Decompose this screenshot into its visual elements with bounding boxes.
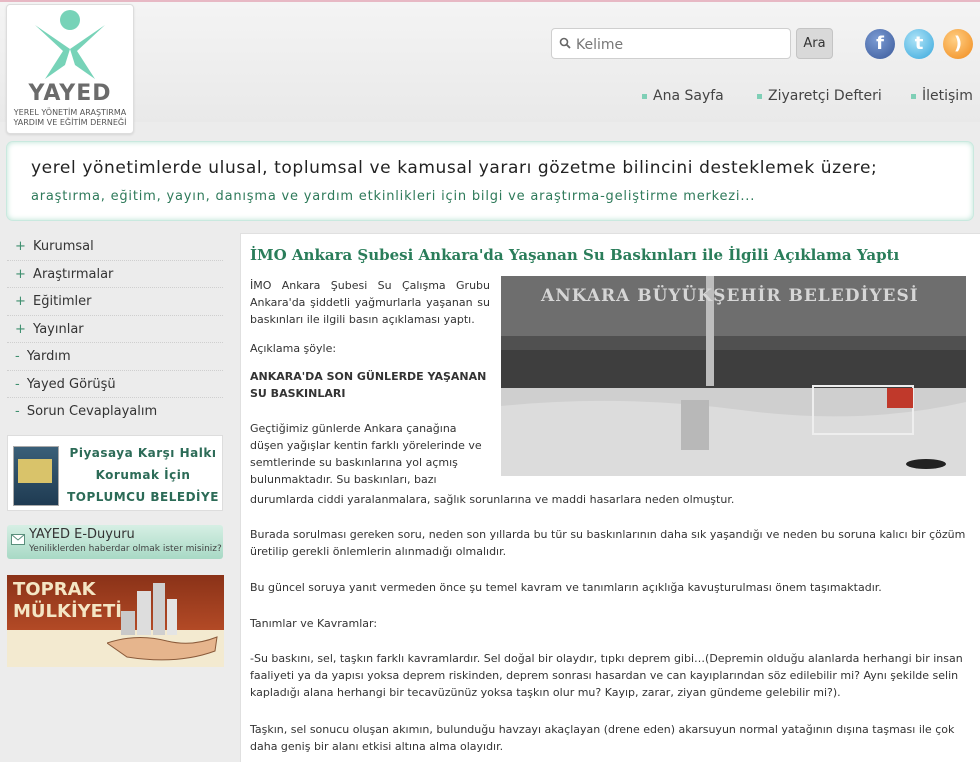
article-paragraph-1a: Geçtiğimiz günlerde Ankara çanağına düşe… bbox=[250, 422, 482, 486]
article-paragraph-2: Burada sorulması gereken soru, neden son… bbox=[250, 528, 966, 558]
toprak-line2: MÜLKİYETİ bbox=[13, 601, 122, 622]
sidebar-item-yayed-gorusu[interactable]: - Yayed Görüşü bbox=[7, 371, 223, 398]
article-area: İMO Ankara Şubesi Ankara'da Yaşanan Su B… bbox=[240, 233, 980, 762]
bullet-icon bbox=[642, 93, 647, 99]
eduyuru-subscribe-banner[interactable]: YAYED E-Duyuru Yeniliklerden haberdar ol… bbox=[7, 525, 223, 559]
bullet-icon bbox=[911, 93, 916, 99]
dash-icon: - bbox=[15, 376, 20, 392]
banner-line2: Korumak İçin bbox=[95, 468, 191, 482]
article-lead: Açıklama şöyle: bbox=[250, 342, 337, 355]
sidebar-item-label: Eğitimler bbox=[33, 294, 92, 309]
slogan-line1: yerel yönetimlerde ulusal, toplumsal ve … bbox=[31, 158, 878, 178]
sidebar-item-sorun-cevaplayalim[interactable]: - Sorun Cevaplayalım bbox=[7, 398, 223, 426]
sidebar-item-egitimler[interactable]: + Eğitimler bbox=[7, 288, 223, 316]
slogan-banner: yerel yönetimlerde ulusal, toplumsal ve … bbox=[7, 142, 973, 220]
article-title: İMO Ankara Şubesi Ankara'da Yaşanan Su B… bbox=[250, 246, 900, 264]
expand-icon: + bbox=[15, 266, 26, 282]
nav-guestbook-label: Ziyaretçi Defteri bbox=[768, 88, 882, 104]
envelope-icon bbox=[11, 534, 25, 545]
sidebar-item-label: Araştırmalar bbox=[33, 266, 114, 282]
banner-line1: Piyasaya Karşı Halkı bbox=[69, 446, 217, 460]
toplumcu-belediye-banner[interactable]: Piyasaya Karşı Halkı Korumak İçin TOPLUM… bbox=[7, 435, 223, 511]
sidebar-item-label: Yayed Görüşü bbox=[26, 376, 116, 392]
expand-icon: + bbox=[15, 321, 26, 337]
toprak-mulkiyeti-banner[interactable]: TOPRAK MÜLKİYETİ bbox=[7, 575, 224, 667]
sidebar-item-yardim[interactable]: - Yardım bbox=[7, 343, 223, 371]
sidebar-item-label: Yardım bbox=[26, 349, 71, 364]
nav-home[interactable]: Ana Sayfa bbox=[642, 88, 724, 104]
rss-icon[interactable]: ) bbox=[943, 29, 973, 59]
article-paragraph-3: Bu güncel soruya yanıt vermeden önce şu … bbox=[250, 581, 882, 594]
sidebar-item-label: Sorun Cevaplayalım bbox=[26, 404, 158, 419]
logo-subtitle-line1: YEREL YÖNETİM ARAŞTIRMA bbox=[13, 108, 127, 117]
eduyuru-title: YAYED E-Duyuru bbox=[29, 527, 135, 542]
site-header: YAYED YEREL YÖNETİM ARAŞTIRMA YARDIM VE … bbox=[0, 2, 980, 134]
sidebar-item-arastirmalar[interactable]: + Araştırmalar bbox=[7, 261, 223, 288]
article-paragraph-5: -Su baskını, sel, taşkın farklı kavramla… bbox=[250, 652, 963, 699]
eduyuru-subtitle: Yeniliklerden haberdar olmak ister misin… bbox=[29, 544, 222, 554]
facebook-icon[interactable]: f bbox=[865, 29, 895, 59]
logo-figure-icon bbox=[35, 10, 105, 79]
sidebar-item-label: Kurumsal bbox=[33, 239, 94, 254]
toprak-line1: TOPRAK bbox=[13, 579, 96, 600]
article-paragraph-6: Taşkın, sel sonucu oluşan akımın, bulund… bbox=[250, 723, 955, 753]
toplumcu-belediye-text: Piyasaya Karşı Halkı Korumak İçin TOPLUM… bbox=[63, 442, 223, 508]
nav-home-label: Ana Sayfa bbox=[653, 88, 724, 104]
book-cover-image bbox=[13, 446, 59, 506]
photo-sign-text: ANKARA BÜYÜKŞEHİR BELEDİYESİ bbox=[541, 286, 919, 306]
search-icon bbox=[559, 37, 571, 49]
expand-icon: + bbox=[15, 294, 26, 309]
sidebar-item-label: Yayınlar bbox=[33, 321, 84, 337]
hand-buildings-illustration bbox=[107, 583, 218, 661]
toprak-title: TOPRAK MÜLKİYETİ bbox=[13, 579, 122, 623]
nav-contact-label: İletişim bbox=[922, 88, 973, 104]
sidebar-menu: + Kurumsal + Araştırmalar + Eğitimler + … bbox=[7, 233, 223, 426]
dash-icon: - bbox=[15, 349, 20, 364]
search-button[interactable]: Ara bbox=[796, 28, 833, 59]
site-logo[interactable]: YAYED YEREL YÖNETİM ARAŞTIRMA YARDIM VE … bbox=[6, 4, 134, 134]
banner-line3: TOPLUMCU BELEDİYE bbox=[67, 490, 219, 504]
logo-subtitle-line2: YARDIM VE EĞİTİM DERNEĞİ bbox=[13, 118, 127, 127]
dash-icon: - bbox=[15, 404, 20, 419]
slogan-line2: araştırma, eğitim, yayın, danışma ve yar… bbox=[31, 189, 756, 204]
logo-brand: YAYED bbox=[28, 81, 112, 106]
article-heading: ANKARA'DA SON GÜNLERDE YAŞANAN SU BASKIN… bbox=[250, 370, 487, 400]
nav-guestbook[interactable]: Ziyaretçi Defteri bbox=[757, 88, 882, 104]
logo-subtitle: YEREL YÖNETİM ARAŞTIRMA YARDIM VE EĞİTİM… bbox=[7, 108, 133, 128]
sidebar-item-kurumsal[interactable]: + Kurumsal bbox=[7, 233, 223, 261]
article-paragraph-4: Tanımlar ve Kavramlar: bbox=[250, 617, 378, 630]
bullet-icon bbox=[757, 93, 762, 99]
search-box bbox=[551, 28, 791, 59]
article-intro: İMO Ankara Şubesi Su Çalışma Grubu Ankar… bbox=[250, 279, 490, 326]
article-paragraph-1b: durumlarda ciddi yaralanmalara, sağlık s… bbox=[250, 493, 735, 506]
sidebar-item-yayinlar[interactable]: + Yayınlar bbox=[7, 316, 223, 343]
search-input[interactable] bbox=[574, 33, 788, 57]
expand-icon: + bbox=[15, 239, 26, 254]
article-photo: ANKARA BÜYÜKŞEHİR BELEDİYESİ bbox=[501, 276, 966, 476]
nav-contact[interactable]: İletişim bbox=[911, 88, 973, 104]
twitter-icon[interactable]: t bbox=[904, 29, 934, 59]
